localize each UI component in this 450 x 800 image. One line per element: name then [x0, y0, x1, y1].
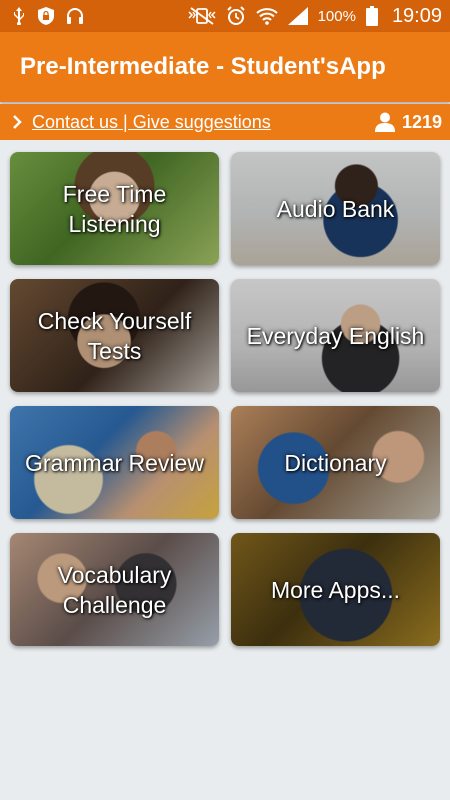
tile-label: Check Yourself Tests [37, 307, 192, 364]
signal-icon [287, 7, 308, 25]
wifi-icon [255, 7, 278, 25]
usb-icon [12, 7, 26, 25]
tile-check-yourself-tests[interactable]: Check Yourself Tests [10, 279, 219, 392]
menu-grid: Free Time Listening Audio Bank Check You… [10, 152, 440, 646]
tile-more-apps[interactable]: More Apps... [231, 533, 440, 646]
contact-us-link[interactable]: Contact us | Give suggestions [32, 112, 271, 133]
chevron-right-icon [12, 114, 22, 130]
tile-grammar-review[interactable]: Grammar Review [10, 406, 219, 519]
tile-everyday-english[interactable]: Everyday English [231, 279, 440, 392]
tile-audio-bank[interactable]: Audio Bank [231, 152, 440, 265]
tile-free-time-listening[interactable]: Free Time Listening [10, 152, 219, 265]
tile-dictionary[interactable]: Dictionary [231, 406, 440, 519]
tile-label: Audio Bank [276, 195, 395, 222]
contact-bar: Contact us | Give suggestions 1219 [0, 104, 450, 140]
status-bar: 100% 19:09 [0, 0, 450, 32]
tile-label: Dictionary [284, 449, 387, 476]
status-left-icons [12, 7, 84, 25]
shield-lock-icon [38, 7, 54, 25]
battery-percent: 100% [317, 7, 356, 25]
alarm-icon [226, 6, 246, 26]
status-right-icons: 100% 19:09 [188, 5, 442, 28]
vibrate-mute-icon [188, 7, 216, 25]
user-count-value: 1219 [401, 111, 442, 132]
clock: 19:09 [391, 4, 442, 27]
app-title: Pre-Intermediate - Student'sApp [20, 53, 386, 80]
user-icon [374, 112, 396, 132]
tile-label: Vocabulary Challenge [57, 561, 172, 618]
app-bar: Pre-Intermediate - Student'sApp [0, 32, 450, 102]
contact-link-row[interactable]: Contact us | Give suggestions [12, 112, 271, 133]
tile-label: More Apps... [270, 576, 401, 603]
tile-label: Free Time Listening [62, 180, 167, 237]
tile-label: Everyday English [246, 322, 425, 349]
battery-icon [365, 6, 378, 26]
headphones-icon [66, 7, 84, 25]
tile-label: Grammar Review [25, 449, 204, 476]
tile-vocabulary-challenge[interactable]: Vocabulary Challenge [10, 533, 219, 646]
user-count: 1219 [374, 112, 442, 133]
